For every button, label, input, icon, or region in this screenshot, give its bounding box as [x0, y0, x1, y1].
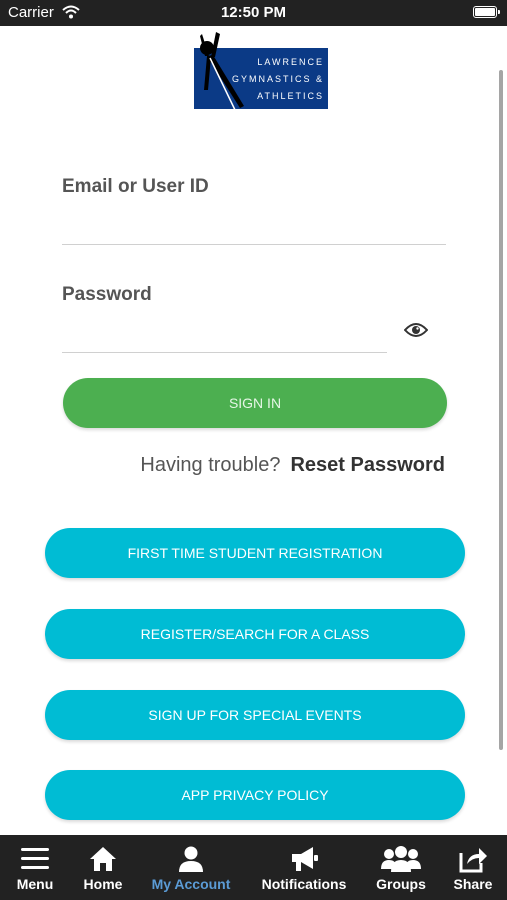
- password-label: Password: [62, 284, 152, 305]
- status-bar: Carrier 12:50 PM: [0, 0, 507, 26]
- menu-icon: [21, 848, 49, 869]
- trouble-row: Having trouble? Reset Password: [140, 454, 445, 477]
- battery-icon: [473, 6, 500, 18]
- home-icon: [90, 847, 116, 871]
- gym-logo: LAWRENCE GYMNASTICS & ATHLETICS: [194, 32, 328, 113]
- megaphone-icon: [292, 847, 318, 871]
- logo-line-1: LAWRENCE: [257, 57, 324, 67]
- tab-my-account[interactable]: My Account: [146, 835, 236, 900]
- tab-label: Share: [453, 876, 493, 892]
- tab-bar: Menu Home My Account Notifications Group…: [0, 835, 507, 900]
- privacy-policy-button[interactable]: APP PRIVACY POLICY: [45, 770, 465, 820]
- tab-label: Menu: [16, 876, 54, 892]
- sign-in-button[interactable]: SIGN IN: [63, 378, 447, 428]
- reset-password-link[interactable]: Reset Password: [290, 454, 445, 476]
- tab-share[interactable]: Share: [448, 835, 498, 900]
- tab-label: Home: [83, 876, 123, 892]
- email-underline: [62, 244, 446, 245]
- logo-line-2: GYMNASTICS &: [232, 74, 325, 84]
- tab-notifications[interactable]: Notifications: [256, 835, 352, 900]
- email-field[interactable]: [62, 208, 450, 240]
- status-time: 12:50 PM: [220, 4, 287, 21]
- email-label: Email or User ID: [62, 176, 209, 197]
- tab-label: Groups: [376, 876, 426, 892]
- special-events-button[interactable]: SIGN UP FOR SPECIAL EVENTS: [45, 690, 465, 740]
- tab-groups[interactable]: Groups: [372, 835, 430, 900]
- share-icon: [459, 848, 487, 873]
- tab-label: Notifications: [261, 876, 347, 892]
- password-field[interactable]: [62, 316, 391, 348]
- scroll-indicator[interactable]: [499, 70, 503, 750]
- groups-icon: [381, 846, 421, 872]
- password-underline: [62, 352, 387, 353]
- tab-menu[interactable]: Menu: [8, 835, 62, 900]
- eye-icon[interactable]: [404, 320, 428, 340]
- logo-line-3: ATHLETICS: [257, 91, 324, 101]
- tab-home[interactable]: Home: [78, 835, 128, 900]
- first-time-registration-button[interactable]: FIRST TIME STUDENT REGISTRATION: [45, 528, 465, 578]
- trouble-text: Having trouble?: [140, 454, 281, 476]
- tab-label: My Account: [151, 876, 231, 892]
- register-search-class-button[interactable]: REGISTER/SEARCH FOR A CLASS: [45, 609, 465, 659]
- user-icon: [179, 846, 203, 872]
